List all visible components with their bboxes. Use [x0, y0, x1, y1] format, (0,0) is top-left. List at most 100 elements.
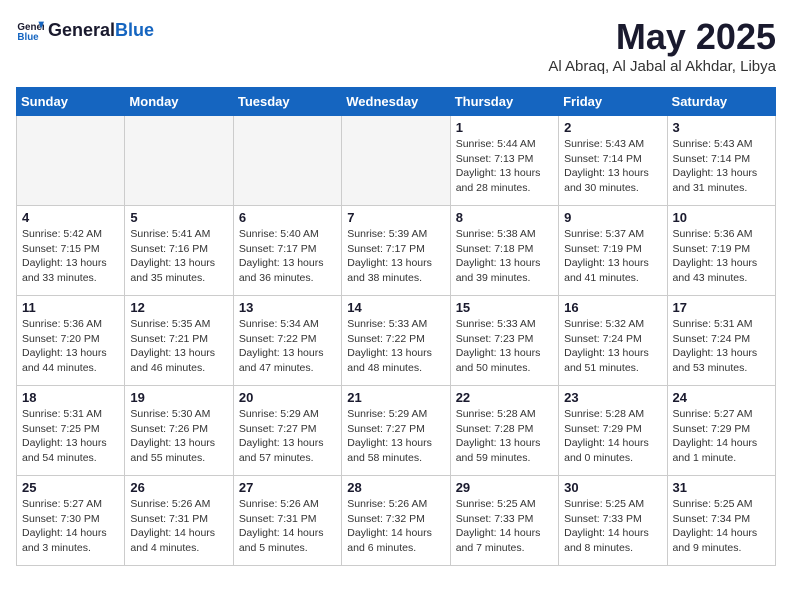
- day-info: Sunrise: 5:36 AM Sunset: 7:20 PM Dayligh…: [22, 317, 119, 376]
- day-number: 13: [239, 300, 336, 315]
- calendar-cell: 21 Sunrise: 5:29 AM Sunset: 7:27 PM Dayli…: [342, 386, 450, 476]
- day-info: Sunrise: 5:38 AM Sunset: 7:18 PM Dayligh…: [456, 227, 553, 286]
- day-number: 15: [456, 300, 553, 315]
- day-number: 17: [673, 300, 770, 315]
- day-info: Sunrise: 5:26 AM Sunset: 7:32 PM Dayligh…: [347, 497, 444, 556]
- calendar-cell: 17 Sunrise: 5:31 AM Sunset: 7:24 PM Dayli…: [667, 296, 775, 386]
- day-number: 20: [239, 390, 336, 405]
- day-number: 29: [456, 480, 553, 495]
- day-number: 23: [564, 390, 661, 405]
- calendar-cell: [125, 116, 233, 206]
- weekday-header-sunday: Sunday: [17, 88, 125, 116]
- calendar-cell: 7 Sunrise: 5:39 AM Sunset: 7:17 PM Daylig…: [342, 206, 450, 296]
- calendar-cell: [17, 116, 125, 206]
- logo-blue-text: Blue: [115, 20, 154, 40]
- day-info: Sunrise: 5:41 AM Sunset: 7:16 PM Dayligh…: [130, 227, 227, 286]
- day-info: Sunrise: 5:25 AM Sunset: 7:34 PM Dayligh…: [673, 497, 770, 556]
- calendar-cell: 1Sunrise: 5:44 AM Sunset: 7:13 PM Daylig…: [450, 116, 558, 206]
- calendar-cell: 3Sunrise: 5:43 AM Sunset: 7:14 PM Daylig…: [667, 116, 775, 206]
- day-number: 31: [673, 480, 770, 495]
- day-info: Sunrise: 5:28 AM Sunset: 7:28 PM Dayligh…: [456, 407, 553, 466]
- calendar-week-row: 18 Sunrise: 5:31 AM Sunset: 7:25 PM Dayli…: [17, 386, 776, 476]
- day-number: 21: [347, 390, 444, 405]
- calendar-cell: 4 Sunrise: 5:42 AM Sunset: 7:15 PM Daylig…: [17, 206, 125, 296]
- month-title: May 2025: [548, 16, 776, 58]
- day-info: Sunrise: 5:29 AM Sunset: 7:27 PM Dayligh…: [239, 407, 336, 466]
- location-title: Al Abraq, Al Jabal al Akhdar, Libya: [548, 58, 776, 75]
- calendar-cell: 28 Sunrise: 5:26 AM Sunset: 7:32 PM Dayli…: [342, 476, 450, 566]
- day-info: Sunrise: 5:35 AM Sunset: 7:21 PM Dayligh…: [130, 317, 227, 376]
- weekday-header-row: SundayMondayTuesdayWednesdayThursdayFrid…: [17, 88, 776, 116]
- calendar-cell: 14Sunrise: 5:33 AM Sunset: 7:22 PM Dayli…: [342, 296, 450, 386]
- day-number: 6: [239, 210, 336, 225]
- day-info: Sunrise: 5:31 AM Sunset: 7:24 PM Dayligh…: [673, 317, 770, 376]
- day-number: 11: [22, 300, 119, 315]
- calendar-cell: 27 Sunrise: 5:26 AM Sunset: 7:31 PM Dayli…: [233, 476, 341, 566]
- calendar-cell: 24 Sunrise: 5:27 AM Sunset: 7:29 PM Dayli…: [667, 386, 775, 476]
- calendar-cell: 10 Sunrise: 5:36 AM Sunset: 7:19 PM Dayli…: [667, 206, 775, 296]
- logo-icon: General Blue: [16, 16, 44, 44]
- calendar-cell: 18 Sunrise: 5:31 AM Sunset: 7:25 PM Dayli…: [17, 386, 125, 476]
- weekday-header-monday: Monday: [125, 88, 233, 116]
- day-info: Sunrise: 5:33 AM Sunset: 7:23 PM Dayligh…: [456, 317, 553, 376]
- day-number: 16: [564, 300, 661, 315]
- calendar-cell: 26 Sunrise: 5:26 AM Sunset: 7:31 PM Dayli…: [125, 476, 233, 566]
- day-info: Sunrise: 5:37 AM Sunset: 7:19 PM Dayligh…: [564, 227, 661, 286]
- weekday-header-wednesday: Wednesday: [342, 88, 450, 116]
- day-info: Sunrise: 5:30 AM Sunset: 7:26 PM Dayligh…: [130, 407, 227, 466]
- calendar-table: SundayMondayTuesdayWednesdayThursdayFrid…: [16, 87, 776, 566]
- calendar-cell: 2Sunrise: 5:43 AM Sunset: 7:14 PM Daylig…: [559, 116, 667, 206]
- day-info: Sunrise: 5:32 AM Sunset: 7:24 PM Dayligh…: [564, 317, 661, 376]
- header: General Blue GeneralBlue May 2025 Al Abr…: [16, 16, 776, 75]
- day-info: Sunrise: 5:29 AM Sunset: 7:27 PM Dayligh…: [347, 407, 444, 466]
- calendar-cell: 25 Sunrise: 5:27 AM Sunset: 7:30 PM Dayli…: [17, 476, 125, 566]
- day-info: Sunrise: 5:26 AM Sunset: 7:31 PM Dayligh…: [130, 497, 227, 556]
- calendar-cell: 15 Sunrise: 5:33 AM Sunset: 7:23 PM Dayli…: [450, 296, 558, 386]
- day-info: Sunrise: 5:42 AM Sunset: 7:15 PM Dayligh…: [22, 227, 119, 286]
- calendar-cell: 11 Sunrise: 5:36 AM Sunset: 7:20 PM Dayli…: [17, 296, 125, 386]
- day-info: Sunrise: 5:40 AM Sunset: 7:17 PM Dayligh…: [239, 227, 336, 286]
- day-number: 26: [130, 480, 227, 495]
- day-number: 28: [347, 480, 444, 495]
- day-number: 25: [22, 480, 119, 495]
- title-area: May 2025 Al Abraq, Al Jabal al Akhdar, L…: [548, 16, 776, 75]
- calendar-cell: 12 Sunrise: 5:35 AM Sunset: 7:21 PM Dayli…: [125, 296, 233, 386]
- day-info: Sunrise: 5:31 AM Sunset: 7:25 PM Dayligh…: [22, 407, 119, 466]
- day-number: 14: [347, 300, 444, 315]
- day-number: 18: [22, 390, 119, 405]
- day-number: 8: [456, 210, 553, 225]
- calendar-cell: 31 Sunrise: 5:25 AM Sunset: 7:34 PM Dayli…: [667, 476, 775, 566]
- day-number: 22: [456, 390, 553, 405]
- day-number: 5: [130, 210, 227, 225]
- day-info: Sunrise: 5:28 AM Sunset: 7:29 PM Dayligh…: [564, 407, 661, 466]
- day-number: 24: [673, 390, 770, 405]
- calendar-cell: 22 Sunrise: 5:28 AM Sunset: 7:28 PM Dayli…: [450, 386, 558, 476]
- day-number: 4: [22, 210, 119, 225]
- day-number: 7: [347, 210, 444, 225]
- calendar-cell: 30Sunrise: 5:25 AM Sunset: 7:33 PM Dayli…: [559, 476, 667, 566]
- day-info: Sunrise: 5:26 AM Sunset: 7:31 PM Dayligh…: [239, 497, 336, 556]
- logo-general-text: General: [48, 20, 115, 40]
- weekday-header-tuesday: Tuesday: [233, 88, 341, 116]
- calendar-cell: 13 Sunrise: 5:34 AM Sunset: 7:22 PM Dayli…: [233, 296, 341, 386]
- day-info: Sunrise: 5:25 AM Sunset: 7:33 PM Dayligh…: [564, 497, 661, 556]
- calendar-week-row: 1Sunrise: 5:44 AM Sunset: 7:13 PM Daylig…: [17, 116, 776, 206]
- day-info: Sunrise: 5:36 AM Sunset: 7:19 PM Dayligh…: [673, 227, 770, 286]
- day-number: 19: [130, 390, 227, 405]
- day-info: Sunrise: 5:44 AM Sunset: 7:13 PM Dayligh…: [456, 137, 553, 196]
- day-number: 27: [239, 480, 336, 495]
- calendar-cell: 8 Sunrise: 5:38 AM Sunset: 7:18 PM Daylig…: [450, 206, 558, 296]
- day-number: 10: [673, 210, 770, 225]
- day-info: Sunrise: 5:25 AM Sunset: 7:33 PM Dayligh…: [456, 497, 553, 556]
- day-number: 3: [673, 120, 770, 135]
- day-info: Sunrise: 5:27 AM Sunset: 7:29 PM Dayligh…: [673, 407, 770, 466]
- calendar-cell: 6 Sunrise: 5:40 AM Sunset: 7:17 PM Daylig…: [233, 206, 341, 296]
- weekday-header-friday: Friday: [559, 88, 667, 116]
- day-info: Sunrise: 5:39 AM Sunset: 7:17 PM Dayligh…: [347, 227, 444, 286]
- weekday-header-thursday: Thursday: [450, 88, 558, 116]
- day-info: Sunrise: 5:27 AM Sunset: 7:30 PM Dayligh…: [22, 497, 119, 556]
- day-info: Sunrise: 5:34 AM Sunset: 7:22 PM Dayligh…: [239, 317, 336, 376]
- calendar-cell: 20 Sunrise: 5:29 AM Sunset: 7:27 PM Dayli…: [233, 386, 341, 476]
- calendar-cell: [342, 116, 450, 206]
- day-number: 12: [130, 300, 227, 315]
